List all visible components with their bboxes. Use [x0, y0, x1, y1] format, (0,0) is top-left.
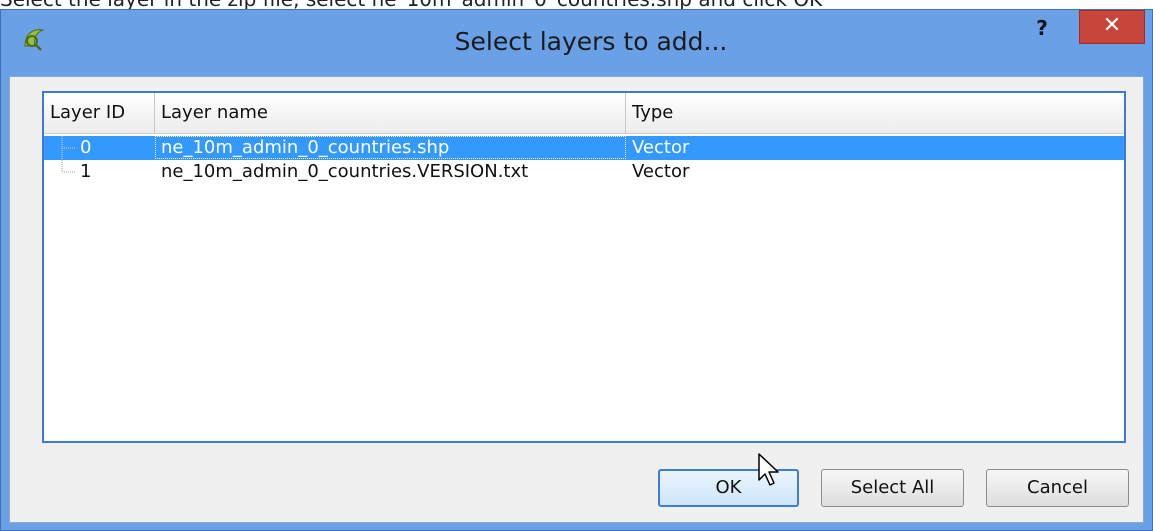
window-title: Select layers to add...: [454, 27, 728, 56]
layer-id-cell: 1: [80, 161, 92, 182]
column-header-layer-name[interactable]: Layer name: [155, 93, 626, 133]
dialog-body: Layer ID Layer name Type 0 ne_10m_admin_…: [9, 76, 1144, 523]
tree-branch-icon: [61, 160, 76, 173]
close-button[interactable]: ✕: [1079, 10, 1145, 44]
table-row[interactable]: 0 ne_10m_admin_0_countries.shp Vector: [44, 136, 1124, 160]
table-header: Layer ID Layer name Type: [44, 93, 1124, 134]
help-button[interactable]: ?: [1022, 14, 1062, 42]
tree-branch-icon: [61, 136, 76, 160]
layer-id-cell: 0: [80, 137, 92, 158]
layer-name-cell: ne_10m_admin_0_countries.VERSION.txt: [161, 161, 529, 182]
title-bar[interactable]: Select layers to add... ? ✕: [1, 10, 1152, 72]
table-row[interactable]: 1 ne_10m_admin_0_countries.VERSION.txt V…: [44, 160, 1124, 184]
layer-name-cell: ne_10m_admin_0_countries.shp: [161, 137, 450, 158]
select-all-button[interactable]: Select All: [821, 469, 964, 507]
column-header-type[interactable]: Type: [626, 93, 1124, 133]
layer-type-cell: Vector: [632, 161, 690, 182]
dialog-window: Select layers to add... ? ✕ Layer ID Lay…: [0, 9, 1153, 531]
layer-type-cell: Vector: [632, 137, 690, 158]
column-header-layer-id[interactable]: Layer ID: [44, 93, 155, 133]
cancel-button[interactable]: Cancel: [986, 469, 1129, 507]
layer-tree-view[interactable]: Layer ID Layer name Type 0 ne_10m_admin_…: [42, 91, 1126, 443]
mouse-pointer-icon: [758, 453, 779, 486]
